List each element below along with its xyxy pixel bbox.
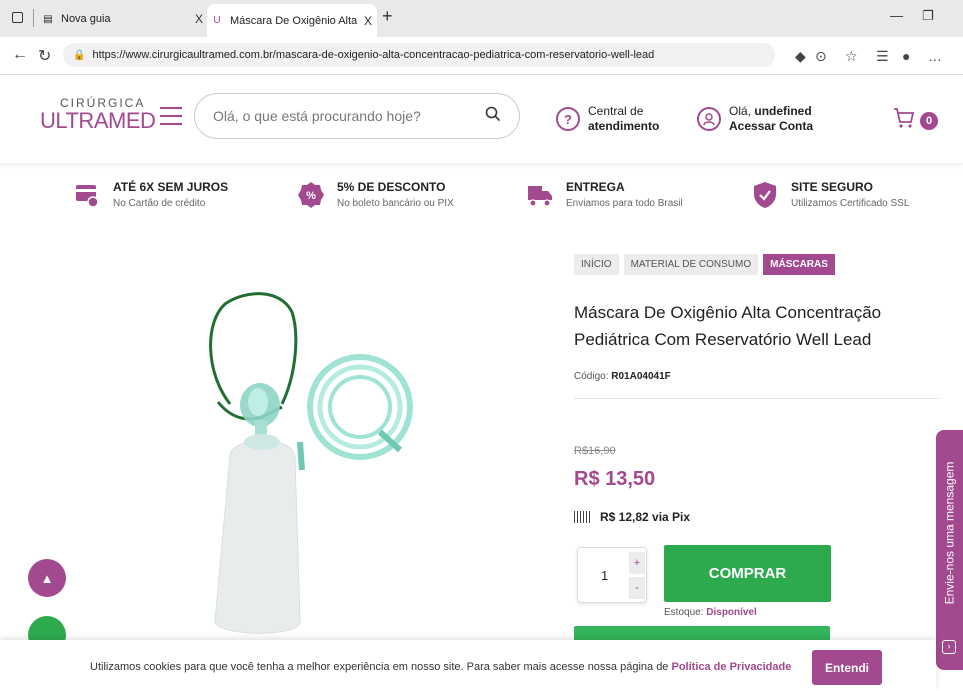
close-icon[interactable]: X bbox=[190, 12, 208, 26]
truck-icon bbox=[527, 180, 553, 210]
profile-icon[interactable]: ● bbox=[902, 48, 910, 64]
cart-button[interactable]: 0 bbox=[892, 106, 938, 136]
site-logo[interactable]: CIRÚRGICA ULTRAMED bbox=[38, 92, 156, 138]
browser-addressbar: ← ↻ 🔒 https://www.cirurgicaultramed.com.… bbox=[0, 37, 963, 75]
cart-icon bbox=[892, 106, 916, 136]
benefit-subtitle: No boleto bancário ou PIX bbox=[337, 198, 454, 209]
help-line1: Central de bbox=[588, 104, 644, 118]
menu-icon[interactable]: … bbox=[928, 48, 942, 64]
help-line2: atendimento bbox=[588, 119, 660, 133]
benefit-subtitle: Enviamos para todo Brasil bbox=[566, 198, 683, 209]
stock-value: Disponível bbox=[706, 607, 757, 618]
user-icon bbox=[697, 107, 721, 131]
benefit-subtitle: Utilizamos Certificado SSL bbox=[791, 198, 910, 209]
browser-tabbar: ▤ Nova guia X U Máscara De Oxigênio Alta… bbox=[0, 0, 963, 37]
search-input[interactable]: Olá, o que está procurando hoje? bbox=[194, 93, 520, 139]
benefit-installments: ATÉ 6X SEM JUROS No Cartão de crédito bbox=[74, 180, 228, 210]
close-icon[interactable]: X bbox=[359, 14, 377, 28]
increment-button[interactable]: + bbox=[629, 552, 645, 574]
privacy-policy-link[interactable]: Política de Privacidade bbox=[672, 661, 792, 673]
cookie-accept-button[interactable]: Entendi bbox=[812, 650, 882, 685]
url-text: https://www.cirurgicaultramed.com.br/mas… bbox=[92, 49, 655, 61]
cookie-text: Utilizamos cookies para que você tenha a… bbox=[90, 661, 791, 673]
pix-price-text: R$ 12,82 via Pix bbox=[600, 510, 691, 524]
tab-divider bbox=[33, 9, 34, 27]
chevron-up-icon: ▲ bbox=[40, 570, 54, 586]
shield-icon bbox=[752, 180, 778, 210]
chevron-right-icon[interactable]: › bbox=[942, 640, 956, 654]
account-greeting: Olá, bbox=[729, 104, 752, 118]
cookie-message: Utilizamos cookies para que você tenha a… bbox=[90, 661, 669, 673]
buy-button[interactable]: COMPRAR bbox=[664, 545, 831, 602]
svg-text:%: % bbox=[306, 190, 316, 202]
star-icon[interactable]: ☆ bbox=[845, 48, 858, 65]
account-link[interactable]: Olá, undefined Acessar Conta bbox=[697, 104, 813, 134]
hamburger-menu-icon[interactable] bbox=[160, 107, 182, 125]
percent-icon: % bbox=[298, 180, 324, 210]
cart-count-badge: 0 bbox=[920, 112, 938, 130]
browser-tab-new[interactable]: ▤ Nova guia X bbox=[38, 4, 208, 34]
pix-price: R$ 12,82 via Pix bbox=[574, 510, 690, 524]
refresh-icon[interactable]: ↻ bbox=[38, 46, 51, 66]
benefit-secure: SITE SEGURO Utilizamos Certificado SSL bbox=[752, 180, 909, 210]
help-center-link[interactable]: ? Central de atendimento bbox=[556, 104, 659, 134]
card-icon bbox=[74, 180, 100, 210]
benefit-subtitle: No Cartão de crédito bbox=[113, 198, 206, 209]
benefit-title: SITE SEGURO bbox=[791, 180, 874, 194]
scroll-top-button[interactable]: ▲ bbox=[28, 559, 66, 597]
current-price: R$ 13,50 bbox=[574, 468, 656, 490]
breadcrumb-home[interactable]: INÍCIO bbox=[574, 254, 619, 275]
site-favicon-icon: U bbox=[213, 15, 221, 26]
product-title: Máscara De Oxigênio Alta Concentração Pe… bbox=[574, 299, 944, 353]
quantity-value[interactable]: 1 bbox=[601, 568, 608, 583]
question-icon: ? bbox=[556, 107, 580, 131]
back-icon[interactable]: ← bbox=[12, 46, 28, 64]
benefit-discount: % 5% DE DESCONTO No boleto bancário ou PI… bbox=[298, 180, 454, 210]
stock-status: Estoque: Disponível bbox=[664, 607, 757, 618]
favorites-icon[interactable]: ☰ bbox=[876, 48, 889, 65]
decrement-button[interactable]: - bbox=[629, 577, 645, 599]
account-action: Acessar Conta bbox=[729, 119, 814, 133]
divider bbox=[574, 398, 939, 399]
quantity-stepper[interactable]: 1 + - bbox=[577, 547, 647, 603]
benefit-delivery: ENTREGA Enviamos para todo Brasil bbox=[527, 180, 683, 210]
url-field[interactable]: 🔒 https://www.cirurgicaultramed.com.br/m… bbox=[63, 43, 775, 67]
benefit-title: 5% DE DESCONTO bbox=[337, 180, 446, 194]
product-title-line1: Máscara De Oxigênio Alta Concentração bbox=[574, 303, 882, 322]
product-image[interactable] bbox=[200, 282, 425, 642]
search-placeholder: Olá, o que está procurando hoje? bbox=[213, 108, 421, 124]
stock-label: Estoque: bbox=[664, 607, 704, 618]
more-dots-icon[interactable]: ⊙ bbox=[815, 48, 827, 65]
breadcrumb-category[interactable]: MATERIAL DE CONSUMO bbox=[623, 254, 759, 275]
product-title-line2: Pediátrica Com Reservatório Well Lead bbox=[574, 330, 872, 349]
benefit-title: ENTREGA bbox=[566, 180, 625, 194]
benefit-title: ATÉ 6X SEM JUROS bbox=[113, 180, 229, 194]
product-code-label: Código: bbox=[574, 371, 609, 382]
breadcrumb-current[interactable]: MÁSCARAS bbox=[763, 254, 835, 275]
logo-main-text: ULTRAMED bbox=[40, 108, 156, 133]
tag-icon[interactable]: ◆ bbox=[795, 48, 806, 65]
tab-title: Máscara De Oxigênio Alta Concen bbox=[230, 14, 359, 27]
product-code: Código: R01A04041F bbox=[574, 371, 671, 382]
account-user: undefined bbox=[754, 104, 812, 118]
lock-icon: 🔒 bbox=[73, 49, 86, 61]
site-header: CIRÚRGICA ULTRAMED Olá, o que está procu… bbox=[0, 75, 963, 163]
message-side-tab-label: Envie-nos uma mensagem bbox=[942, 461, 957, 604]
tab-actions-icon[interactable] bbox=[12, 12, 23, 23]
cookie-banner: Utilizamos cookies para que você tenha a… bbox=[0, 640, 936, 691]
product-code-value: R01A04041F bbox=[611, 371, 671, 382]
page-icon: ▤ bbox=[43, 13, 53, 25]
tab-title: Nova guia bbox=[61, 13, 111, 25]
new-tab-button[interactable]: + bbox=[382, 6, 393, 27]
breadcrumb: INÍCIO MATERIAL DE CONSUMO MÁSCARAS bbox=[574, 254, 835, 275]
barcode-icon bbox=[574, 511, 590, 523]
old-price: R$16,90 bbox=[574, 445, 616, 457]
minimize-icon[interactable]: — bbox=[890, 8, 903, 23]
search-icon[interactable] bbox=[485, 106, 501, 127]
browser-tab-active[interactable]: U Máscara De Oxigênio Alta Concen X bbox=[207, 4, 377, 37]
restore-icon[interactable]: ❐ bbox=[922, 8, 934, 24]
